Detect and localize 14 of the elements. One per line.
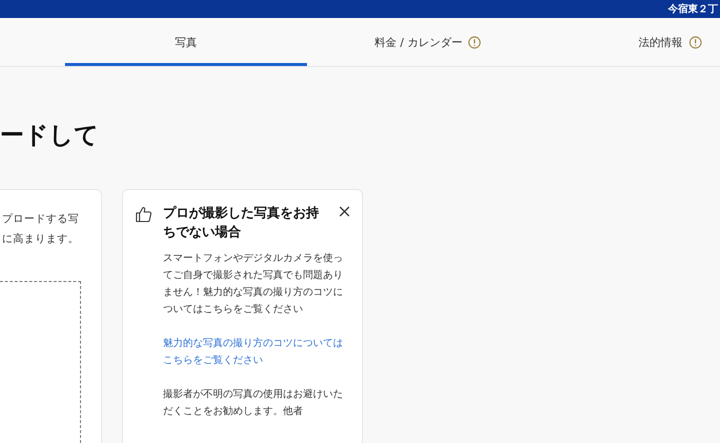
tip-text: スマートフォンやデジタルカメラを使ってご自身で撮影された写真でも問題ありません！魅力的な写真の撮り方のコツについてはこちらをご覧ください [163,252,344,317]
tip-title: プロが撮影した写真をお持ちでない場合 [163,204,320,242]
address-text: 今宿東２丁 [668,2,718,16]
tab[interactable]: 写真 [65,18,307,66]
close-button[interactable] [339,206,350,217]
note-text: 撮影者が不明の写真の使用はお避けいただくことをお勧めします。他者 [163,388,344,419]
upload-hint-text: プロードする写 [2,212,79,227]
tab[interactable]: 料金 / カレンダー [307,18,549,66]
tab[interactable]: 法的情報 [549,18,720,66]
thumbs-up-icon [135,205,153,223]
upload-hint-text: に高まります。 [2,232,79,247]
page-heading: ードして [0,120,100,151]
close-icon [339,206,350,217]
tips-link[interactable]: 魅力的な写真の撮り方のコツについてはこちらをご覧ください [163,335,350,369]
